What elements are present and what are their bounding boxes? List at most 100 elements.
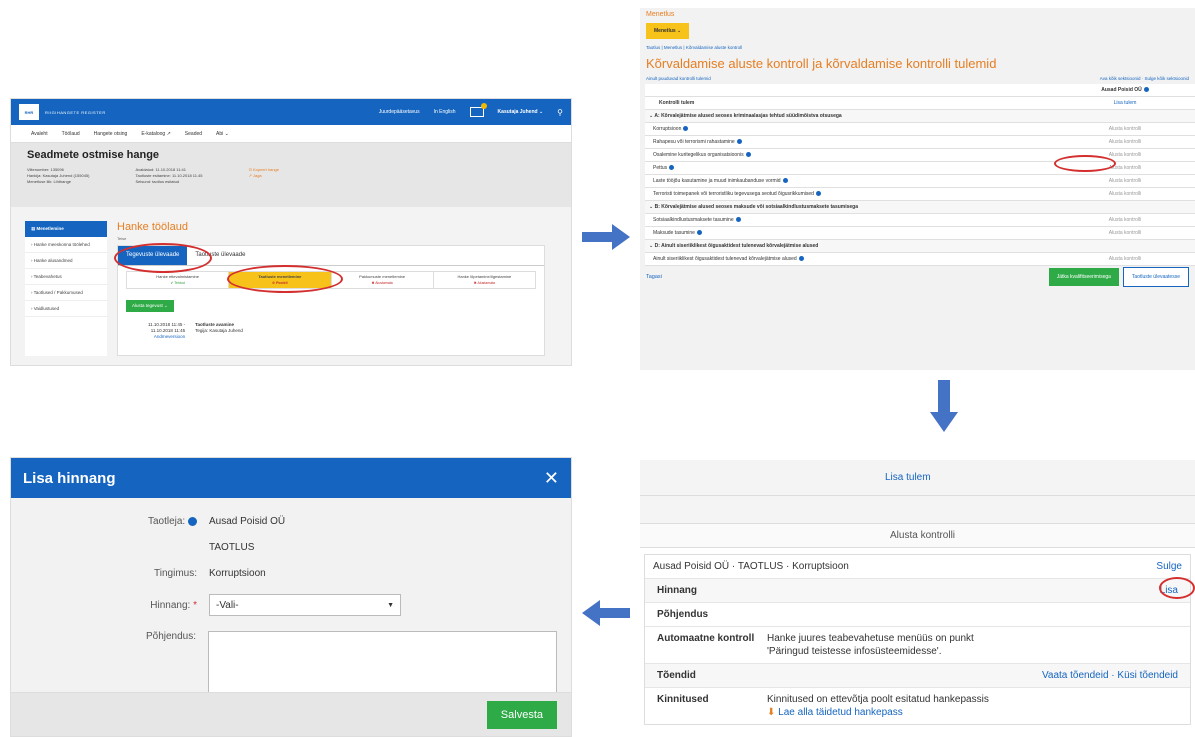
dashboard-title: Hanke töölaud [117,221,188,233]
menu-item-help[interactable]: Abi ⌄ [216,131,229,137]
start-check-link[interactable]: Alusta kontrolli [1055,135,1195,149]
rating-select[interactable]: -Vali- ▼ [209,594,401,616]
download-link[interactable]: ⬇ Lae alla täidetud hankepass [767,707,903,718]
start-check-link[interactable]: Alusta kontrolli [1055,252,1195,266]
info-icon[interactable] [736,139,742,145]
logo: RHR [19,104,39,120]
start-check-link[interactable]: Alusta kontrolli [1055,226,1195,240]
missing-only-link[interactable]: Ainult puuduvad kontrolli tulemid [646,76,711,81]
procurement-header: Seadmete ostmise hange Viitenumber: 1350… [11,143,571,207]
sidebar-item-menetlemine[interactable]: ▦ Menetlemine [25,221,107,237]
highlight-ring-lisa [1159,577,1195,599]
info-icon[interactable] [188,516,197,526]
english-link[interactable]: In English [434,109,456,115]
panel-check-detail: Lisa tulem Alusta kontrolli Ausad Poisid… [640,460,1195,737]
meta-type: Menetluse liik: Lihthange [27,179,72,184]
panel-exclusion-check: Menetlus Menetlus ⌄ Taotlus | Menetlus |… [640,8,1195,370]
breadcrumb[interactable]: Taotlus | Menetlus | Kõrvaldamise aluste… [640,41,1195,54]
reason-label: Põhjendus: [145,631,197,642]
group-a[interactable]: ⌄ A: Kõrvalejätmise alused seoses krimin… [645,109,1195,123]
meta-status: Seisund: taotlus esitatud [135,179,180,184]
company-header: Ausad Poisid OÜ [1055,84,1195,97]
accessibility-link[interactable]: Juurdepääsetavus [379,109,420,115]
info-icon[interactable] [696,230,702,236]
info-icon[interactable] [669,165,675,171]
step-completion[interactable]: Hanke lõpetamine/Ilgestamine ✖ Alustamata [434,272,535,288]
download-icon: ⬇ [767,707,776,718]
sidebar-item-team[interactable]: › Hanke meeskonna töölehed [25,237,107,253]
sidebar-item-disputes[interactable]: › Vaidlustused [25,301,107,317]
confirmations-text: Kinnitused on ettevõtja poolt esitatud h… [767,694,989,705]
detail-header: Ausad Poisid OÜ · TAOTLUS · Korruptsioon [653,561,849,572]
reason-label: Põhjendus [657,609,709,620]
info-icon[interactable] [735,217,741,223]
step-tenders[interactable]: Pakkumuste menetlemine ✖ Alustamata [332,272,434,288]
condition-label: Tingimus: [154,568,197,579]
highlight-ring-start-check [1054,155,1116,172]
col-header: Kontrolli tulem [645,96,1055,110]
start-check-link[interactable]: Alusta kontrolli [1055,174,1195,188]
sidebar-item-basedata[interactable]: › Hanke alusandmed [25,253,107,269]
menetlus-button[interactable]: Menetlus ⌄ [646,23,690,39]
highlight-ring-step [227,265,343,293]
menu-item-dashboard[interactable]: Töölaud [62,131,80,137]
check-detail-box: Ausad Poisid OÜ · TAOTLUS · Korruptsioon… [644,554,1191,725]
confirmations-label: Kinnitused [657,694,709,705]
start-check-link[interactable]: Alusta kontrolli [1055,187,1195,201]
close-icon[interactable]: ✕ [544,468,559,489]
row-criminal-org: Osalemine kuritegelikus organisatsioonis [645,148,1055,162]
expand-collapse-links[interactable]: Ava kõik sektsioonid · Sulge kõik sektsi… [1100,76,1189,81]
close-link[interactable]: Sulge [1156,561,1182,572]
info-icon[interactable] [683,126,689,132]
page-title: Kõrvaldamise aluste kontroll ja kõrvalda… [646,56,997,71]
rating-label: Hinnang: [150,599,191,611]
start-activity-button[interactable]: Alusta tegevust ⌄ [126,300,174,312]
data-version-link[interactable]: Andmeversioon [148,334,185,340]
save-button[interactable]: Salvesta [486,701,557,729]
add-result-link[interactable]: Lisa tulem [885,472,931,483]
sidebar-item-applications[interactable]: › Taotlused / Pakkumused [25,285,107,301]
step-preparation[interactable]: Hanke ettevalmistamine ✔ Tehtud [127,272,230,288]
info-icon[interactable] [1143,87,1149,93]
start-check-label[interactable]: Alusta kontrolli [890,530,955,541]
auto-check-text: Hanke juures teabevahetuse menüüs on pun… [767,633,974,644]
mail-icon[interactable] [469,103,487,117]
highlight-ring-tab [114,243,212,273]
row-social-tax: Sotsiaalkindlustusmaksete tasumine [645,213,1055,227]
add-result-link[interactable]: Lisa tulem [1055,96,1195,110]
info-icon[interactable] [745,152,751,158]
row-terrorism: Terroristi toimepanek või terroristliku … [645,187,1055,201]
continue-button[interactable]: Jätka kvalifitseerimisega [1048,268,1119,286]
evidence-links[interactable]: Vaata tõendeid · Küsi tõendeid [1042,669,1178,682]
info-icon[interactable] [798,256,804,262]
sidebar-item-communication[interactable]: › Teabevahetus [25,269,107,285]
reason-textarea[interactable] [208,631,557,693]
share-link[interactable]: ↗ Jaga [249,173,279,179]
timeline-actor: Tegija: Kasutaja Juhend [195,328,243,333]
row-child-labour: Laste tööjõu kasutamine ja muud inimkaub… [645,174,1055,188]
info-icon[interactable] [815,191,821,197]
group-b[interactable]: ⌄ B: Kõrvalejätmise alused seoses maksud… [645,200,1195,214]
info-icon[interactable] [782,178,788,184]
menu-item-settings[interactable]: Seaded [185,131,202,137]
logo-text: RIIGIHANGETE REGISTER [45,109,106,115]
menu-item-home[interactable]: Avaleht [31,131,48,137]
row-corruption: Korruptsioon [645,122,1055,136]
arrow-down-icon [930,380,958,432]
evidence-label: Tõendid [657,670,696,681]
main-menu: Avaleht Töölaud Hangete otsing E-kataloo… [11,125,571,143]
panel-dashboard: RHR RIIGIHANGETE REGISTER Juurdepääsetav… [10,98,572,366]
start-check-link[interactable]: Alusta kontrolli [1055,213,1195,227]
back-link[interactable]: Tagasi [646,274,662,280]
menu-item-ecatalog[interactable]: E-kataloog ↗ [141,131,170,137]
applicant-label: Taotleja: [147,516,186,527]
modal-add-rating: Lisa hinnang ✕ Taotleja: Ausad Poisid OÜ… [10,457,572,737]
group-d[interactable]: ⌄ D: Ainult siseriiklikest õigusaktidest… [645,239,1195,253]
row-fraud: Pettus [645,161,1055,175]
menu-item-search[interactable]: Hangete otsing [94,131,128,137]
search-icon[interactable]: ⚲ [557,108,563,117]
start-check-corruption[interactable]: Alusta kontrolli [1055,122,1195,136]
modal-title: Lisa hinnang [23,469,116,487]
user-menu[interactable]: Kasutaja Juhend ⌄ [498,109,544,115]
overview-button[interactable]: Taotluste ülevaatesse [1122,267,1189,287]
